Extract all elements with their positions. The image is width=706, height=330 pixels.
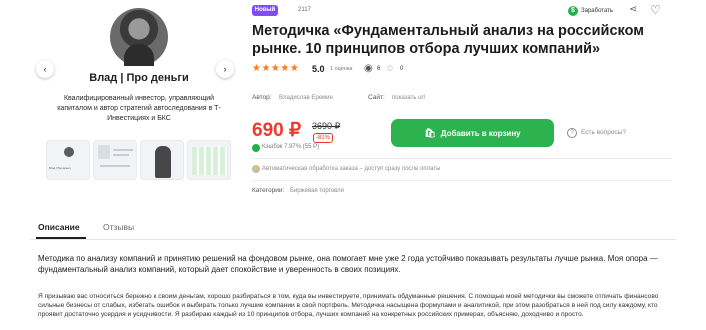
question-icon[interactable]: ? (567, 128, 577, 138)
tab-reviews[interactable]: Отзывы (103, 222, 134, 232)
thumbnail-3[interactable] (140, 140, 184, 180)
tabs-divider (30, 239, 676, 240)
site-label: Сайт: (368, 94, 385, 101)
new-badge: Новый (252, 5, 278, 16)
add-to-cart-label: Добавить в корзину (440, 128, 521, 138)
author-photo (110, 8, 168, 66)
comment-icon[interactable]: ◌ (387, 63, 393, 74)
rating-count[interactable]: 1 оценка (330, 66, 352, 72)
description-paragraph-1: Методика по анализу компаний и принятию … (38, 254, 658, 274)
thumbnail-1[interactable]: Влад | Про деньги (46, 140, 90, 180)
author-title: Влад | Про деньги (89, 72, 189, 84)
thumbnail-line (113, 154, 129, 156)
gallery-main-image[interactable]: Влад | Про деньги Квалифицированный инве… (46, 0, 232, 132)
thumbnail-table (192, 147, 228, 175)
tab-description[interactable]: Описание (38, 222, 80, 232)
thumbnail-line (113, 149, 133, 151)
site-link[interactable]: показать url (392, 95, 425, 101)
thumbnail-2[interactable] (93, 140, 137, 180)
thumbnail-avatar (64, 147, 74, 157)
category-link[interactable]: Биржевая торговля (290, 188, 344, 194)
comment-count: 0 (400, 66, 404, 72)
rating-stars: ★★★★★ (252, 63, 300, 74)
thumbnail-cover (98, 145, 110, 159)
bag-icon: 🛍 (424, 127, 436, 138)
add-to-cart-button[interactable]: 🛍 Добавить в корзину (391, 119, 554, 147)
views-count: 2117 (298, 7, 311, 13)
old-price: 3690 ₽ (312, 121, 341, 131)
category-label: Категории: (252, 187, 285, 194)
author-link[interactable]: Владислав Еремин (279, 95, 333, 101)
cashback-text: Кэшбэк 7.97% (55 Р) (262, 144, 320, 150)
eye-count: 6 (377, 66, 381, 72)
heart-icon[interactable]: ♡ (650, 3, 661, 17)
gallery-thumbnails: Влад | Про деньги (46, 140, 232, 180)
author-label: Автор: (252, 94, 272, 101)
thumbnail-person (155, 146, 171, 178)
earn-label: Заработать (581, 8, 614, 14)
thumbnail-4[interactable] (187, 140, 231, 180)
auto-delivery-note: Автоматическая обработка заказа – доступ… (262, 166, 441, 172)
thumbnail-line (100, 165, 130, 167)
eye-icon: ◉ (364, 63, 373, 74)
ask-question-link[interactable]: Есть вопросы? (581, 129, 626, 136)
author-description: Квалифицированный инвестор, управляющий … (57, 95, 221, 122)
description-paragraph-2: Я призываю вас относиться бережно к свои… (38, 293, 659, 318)
discount-badge: -81% (313, 133, 334, 143)
product-gallery: Влад | Про деньги Квалифицированный инве… (30, 0, 240, 190)
thumbnail-caption: Влад | Про деньги (49, 167, 71, 170)
gallery-prev-button[interactable]: ‹ (36, 60, 54, 78)
divider (252, 158, 672, 159)
price: 690 ₽ (252, 120, 302, 141)
divider (252, 180, 672, 181)
share-icon[interactable]: ⋖ (629, 4, 637, 15)
dollar-icon: $ (568, 6, 578, 16)
product-title: Методичка «Фундаментальный анализ на рос… (252, 23, 644, 57)
rating-value: 5.0 (312, 64, 325, 74)
earn-link[interactable]: $ Заработать (568, 5, 613, 17)
lightning-icon: ⚡ (252, 165, 260, 173)
gallery-next-button[interactable]: › (216, 60, 234, 78)
cashback-icon (252, 144, 260, 152)
